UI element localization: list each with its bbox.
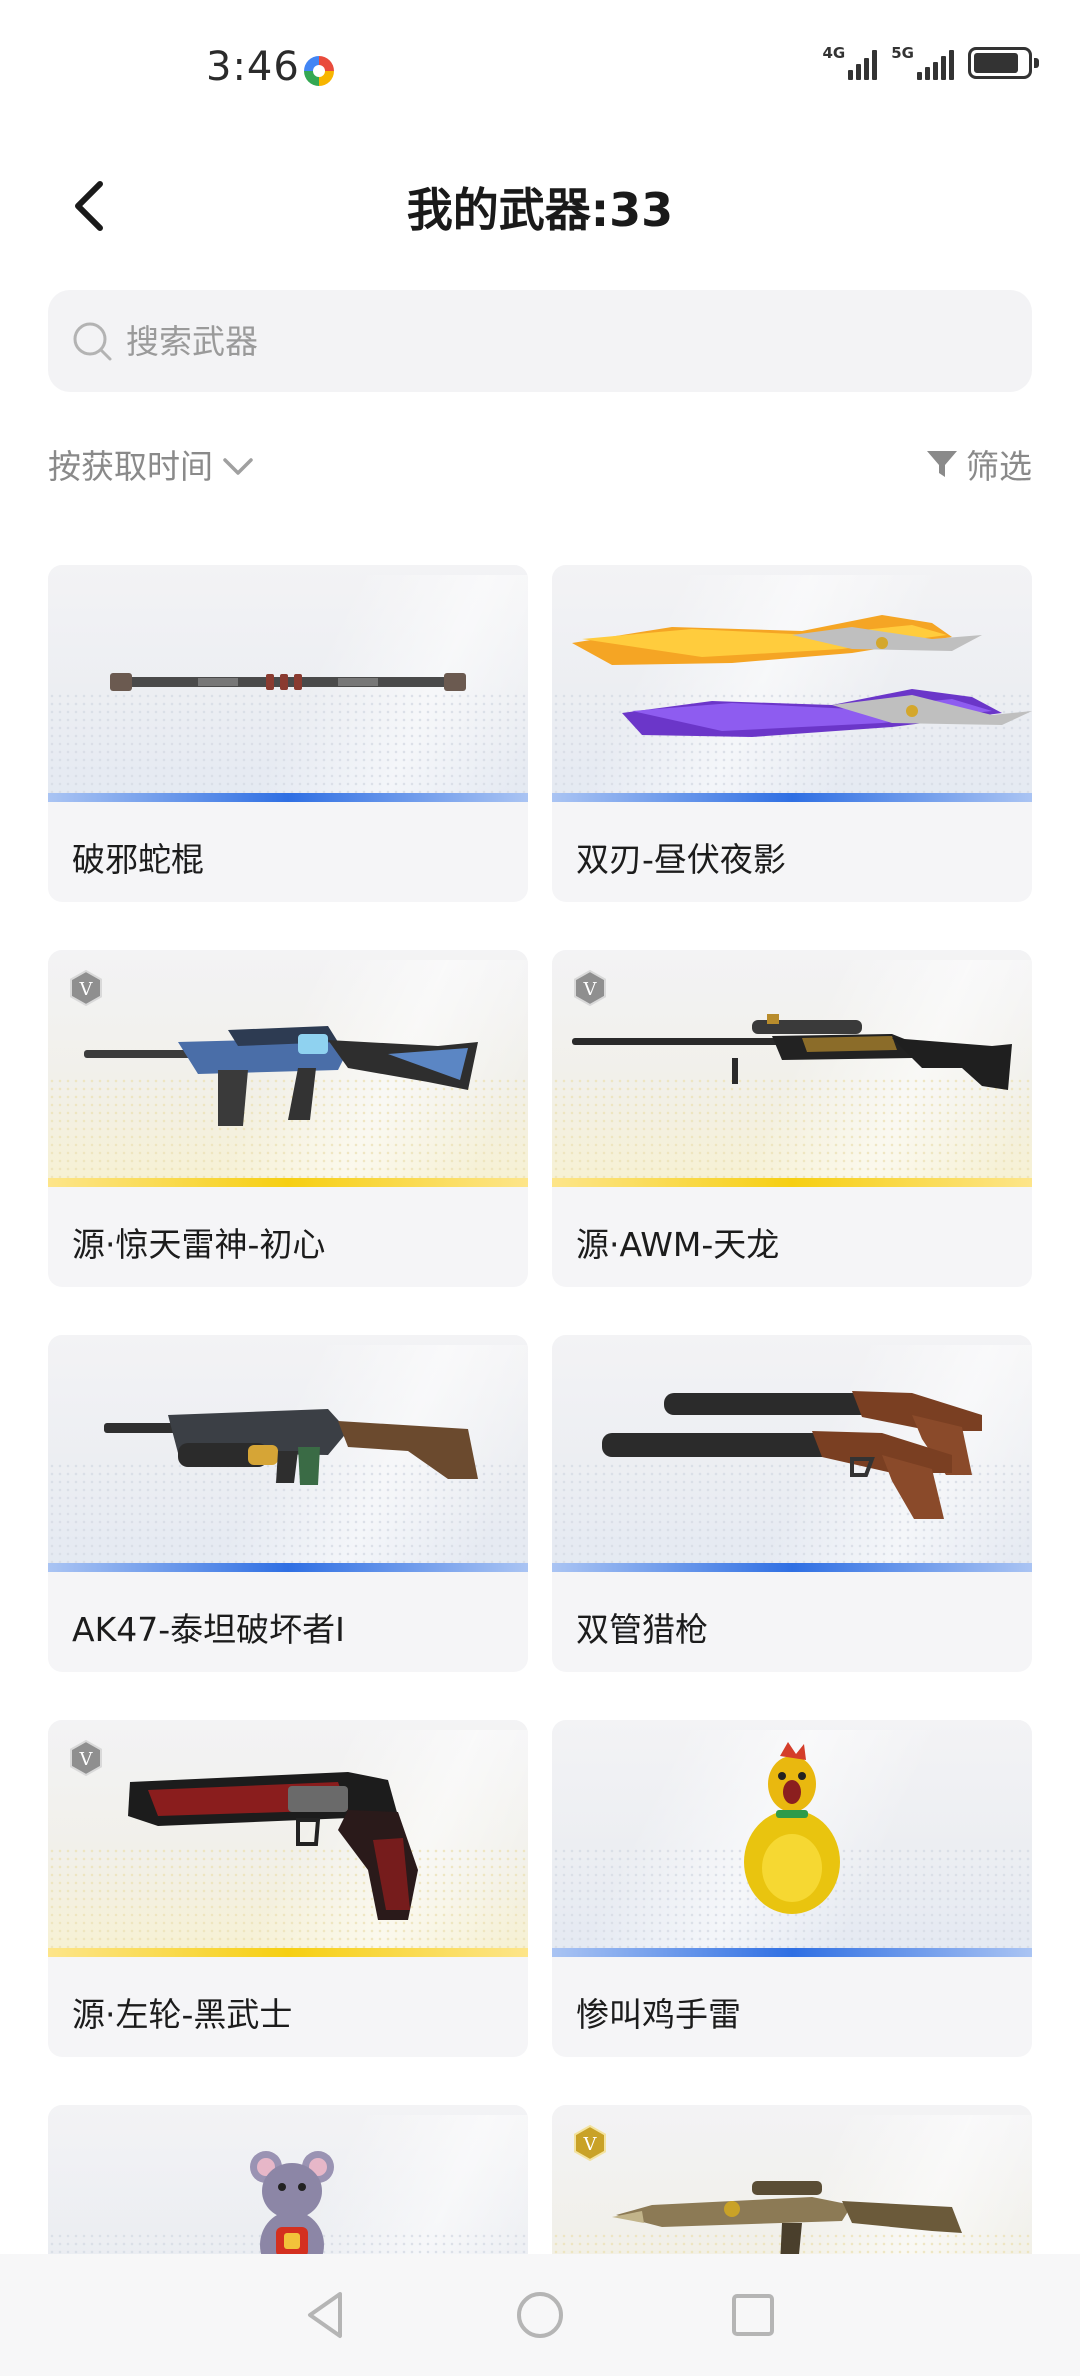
weapon-grid: 破邪蛇棍 双刃-昼伏夜影 V 源·惊天雷神-初心 V 源·AWM-天龙 AK47…: [48, 565, 1032, 2376]
rarity-bar: [552, 1178, 1032, 1187]
system-nav-bar: [0, 2254, 1080, 2376]
weapon-image: [552, 565, 1032, 802]
sort-dropdown[interactable]: 按获取时间: [48, 440, 255, 488]
weapon-name: 惨叫鸡手雷: [576, 1995, 741, 2034]
filter-label: 筛选: [966, 447, 1032, 486]
weapon-image: V: [552, 950, 1032, 1187]
weapon-card[interactable]: 双管猎枪: [552, 1335, 1032, 1672]
search-input[interactable]: [126, 321, 986, 361]
weapon-card[interactable]: V 源·AWM-天龙: [552, 950, 1032, 1287]
nav-recents-icon[interactable]: [726, 2288, 780, 2342]
battery-icon: [968, 47, 1039, 79]
rarity-bar: [552, 1948, 1032, 1957]
search-icon: [73, 322, 112, 361]
rarity-bar: [552, 1563, 1032, 1572]
dual-blades-image: [572, 615, 1032, 737]
rarity-bar: [48, 1178, 528, 1187]
filter-button[interactable]: 筛选: [924, 440, 1032, 488]
weapon-image: [552, 1335, 1032, 1572]
rarity-bar: [48, 1563, 528, 1572]
weapon-name: 源·惊天雷神-初心: [72, 1225, 326, 1264]
rarity-bar: [48, 793, 528, 802]
weapon-card[interactable]: 破邪蛇棍: [48, 565, 528, 902]
assault-rifle-image: [84, 1026, 478, 1126]
status-time: 3:46: [206, 44, 300, 90]
staff-weapon-image: [110, 673, 466, 691]
rarity-bar: [48, 1948, 528, 1957]
filter-icon: [927, 451, 957, 477]
weapon-card[interactable]: V 源·惊天雷神-初心: [48, 950, 528, 1287]
weapon-image: V: [48, 950, 528, 1187]
colorful-app-icon: [304, 56, 334, 86]
page-title: 我的武器:33: [406, 183, 674, 237]
revolver-image: [128, 1772, 418, 1920]
weapon-card[interactable]: 双刃-昼伏夜影: [552, 565, 1032, 902]
status-indicators: 4G 5G: [823, 46, 1039, 80]
weapon-card[interactable]: AK47-泰坦破坏者I: [48, 1335, 528, 1672]
weapon-image: [552, 1720, 1032, 1957]
weapon-card[interactable]: 惨叫鸡手雷: [552, 1720, 1032, 2057]
status-bar: 3:46 4G 5G: [0, 0, 1080, 140]
double-barrel-shotgun-image: [602, 1391, 982, 1519]
signal-4g-icon: 4G: [823, 46, 878, 80]
network-label-4g: 4G: [822, 44, 846, 62]
chicken-grenade-image: [744, 1742, 840, 1914]
weapon-name: 源·左轮-黑武士: [72, 1995, 293, 2034]
sniper-rifle-image: [572, 1014, 1012, 1090]
weapon-image: [48, 1335, 528, 1572]
weapon-card[interactable]: V 源·左轮-黑武士: [48, 1720, 528, 2057]
chevron-down-icon: [223, 458, 253, 475]
sort-label: 按获取时间: [48, 447, 213, 486]
weapon-name: AK47-泰坦破坏者I: [72, 1610, 345, 1649]
weapon-image: V: [48, 1720, 528, 1957]
rarity-bar: [552, 793, 1032, 802]
signal-5g-icon: 5G: [891, 46, 954, 80]
network-label-5g: 5G: [891, 44, 914, 62]
nav-home-icon[interactable]: [513, 2288, 567, 2342]
weapon-name: 源·AWM-天龙: [576, 1225, 780, 1264]
machine-gun-image: [104, 1409, 478, 1485]
weapon-name: 双刃-昼伏夜影: [576, 840, 786, 879]
weapon-name: 破邪蛇棍: [72, 840, 204, 879]
weapon-name: 双管猎枪: [576, 1610, 708, 1649]
search-box[interactable]: [48, 290, 1032, 392]
weapon-image: [48, 565, 528, 802]
nav-back-icon[interactable]: [300, 2288, 354, 2342]
